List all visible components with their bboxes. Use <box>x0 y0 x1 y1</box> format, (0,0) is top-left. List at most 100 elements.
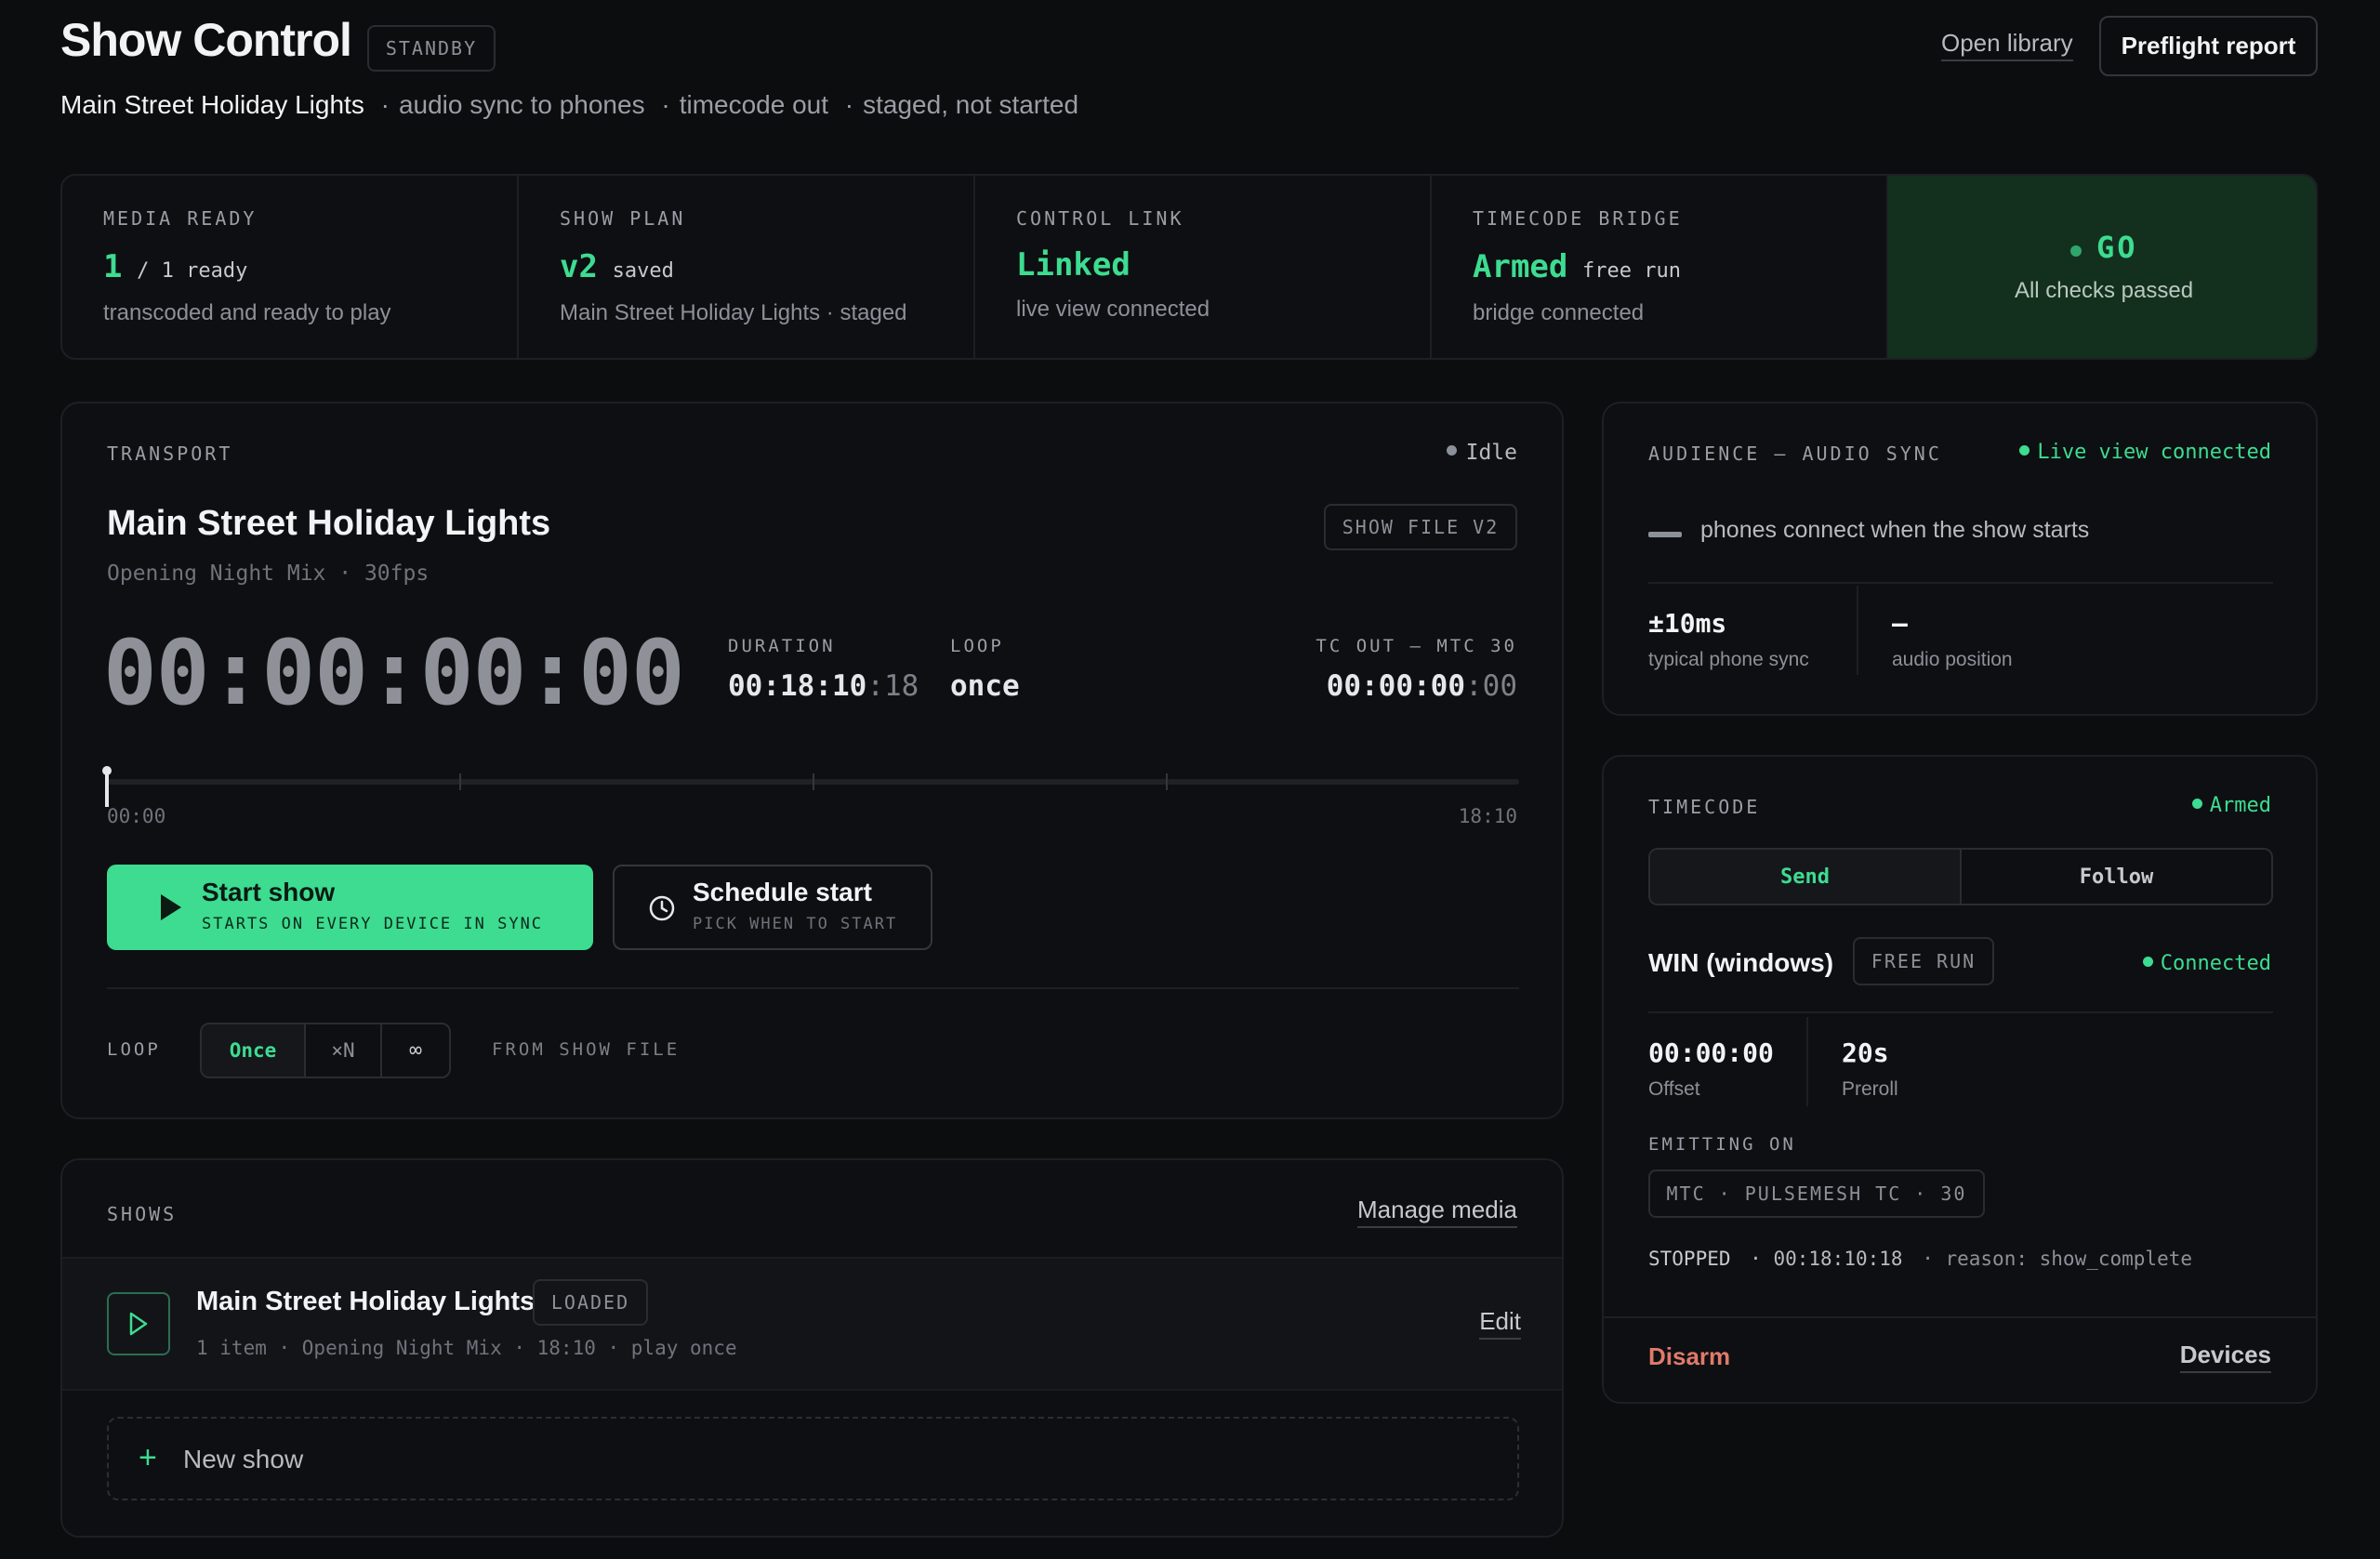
device-status-label: Connected <box>2160 952 2271 975</box>
audio-position-label: audio position <box>1892 649 2013 670</box>
status-label: SHOW PLAN <box>560 207 686 230</box>
divider <box>1648 582 2273 584</box>
live-dot-icon <box>2019 444 2030 456</box>
status-value: Armed <box>1473 248 1568 285</box>
devices-link[interactable]: Devices <box>2179 1341 2271 1373</box>
divider <box>1648 1011 2273 1013</box>
show-row[interactable]: Main Street Holiday Lights LOADED 1 item… <box>62 1257 1562 1391</box>
timecode-label: TIMECODE <box>1648 796 1761 818</box>
loop-row-label: LOOP <box>107 1039 161 1060</box>
status-sub: bridge connected <box>1473 300 1645 325</box>
status-value-suffix: saved <box>612 259 674 283</box>
loop-value: once <box>950 669 1020 703</box>
show-play-button[interactable] <box>107 1292 170 1355</box>
phone-sync-value: ±10ms <box>1648 608 1727 639</box>
divider-vertical <box>1857 586 1858 675</box>
go-sub: All checks passed <box>2014 278 2194 303</box>
playhead-dot <box>102 766 112 775</box>
timecode-status: Armed <box>2191 794 2271 817</box>
schedule-start-label: Schedule start <box>693 878 872 906</box>
log-timecode: · 00:18:10:18 <box>1750 1248 1903 1270</box>
clock-icon <box>649 895 675 921</box>
loop-option-times-n[interactable]: ×N <box>306 1024 382 1077</box>
audience-panel: AUDIENCE — AUDIO SYNC Live view connecte… <box>1602 402 2318 716</box>
transport-state: Idle <box>1446 441 1517 465</box>
idle-dot-icon <box>1446 445 1457 456</box>
timecode-panel: TIMECODE Armed Send Follow WIN (windows)… <box>1602 755 2318 1404</box>
header-show-name: Main Street Holiday Lights <box>60 90 364 119</box>
loaded-badge: LOADED <box>533 1279 648 1326</box>
open-library-link[interactable]: Open library <box>1941 29 2073 61</box>
new-show-button[interactable]: + New show <box>107 1417 1519 1500</box>
play-outline-icon <box>129 1312 148 1336</box>
audience-label: AUDIENCE — AUDIO SYNC <box>1648 443 1942 465</box>
preroll-label: Preroll <box>1842 1078 1898 1100</box>
audience-status: Live view connected <box>2019 441 2271 464</box>
scrub-tick <box>1166 773 1168 790</box>
schedule-start-button[interactable]: Schedule start PICK WHEN TO START <box>613 865 932 950</box>
start-show-button[interactable]: Start show STARTS ON EVERY DEVICE IN SYN… <box>107 865 593 950</box>
duration-value: 00:18:10:18 <box>728 669 919 703</box>
status-strip: MEDIA READY 1 / 1 ready transcoded and r… <box>60 174 2318 360</box>
show-edit-link[interactable]: Edit <box>1479 1307 1521 1340</box>
status-cell-media: MEDIA READY 1 / 1 ready transcoded and r… <box>62 176 519 358</box>
timecode-log: STOPPED · 00:18:10:18 · reason: show_com… <box>1648 1248 2192 1270</box>
preflight-report-button[interactable]: Preflight report <box>2099 16 2318 76</box>
scrub-tick <box>813 773 814 790</box>
scrub-bar[interactable] <box>102 766 1519 807</box>
offset-value: 00:00:00 <box>1648 1037 1774 1068</box>
go-dot-icon <box>2069 244 2082 257</box>
loop-option-infinite[interactable]: ∞ <box>382 1024 449 1077</box>
transport-show-title: Main Street Holiday Lights <box>107 504 551 543</box>
scrub-end-label: 18:10 <box>1458 805 1517 827</box>
armed-dot-icon <box>2191 798 2202 809</box>
status-value-suffix: free run <box>1582 259 1681 283</box>
playhead-handle[interactable] <box>105 773 109 807</box>
device-status: Connected <box>2142 952 2271 975</box>
schedule-start-sub: PICK WHEN TO START <box>693 915 898 933</box>
play-icon <box>161 894 181 920</box>
start-show-sub: STARTS ON EVERY DEVICE IN SYNC <box>202 915 544 933</box>
audio-position-value: — <box>1892 608 1908 639</box>
plus-icon: + <box>139 1440 157 1475</box>
phone-sync-label: typical phone sync <box>1648 649 1809 670</box>
shows-label: SHOWS <box>107 1203 178 1225</box>
tab-follow[interactable]: Follow <box>1962 850 2271 904</box>
device-name: WIN (windows) <box>1648 948 1834 977</box>
audience-status-label: Live view connected <box>2037 441 2271 464</box>
status-label: TIMECODE BRIDGE <box>1473 207 1683 230</box>
connected-dot-icon <box>2142 956 2153 967</box>
divider-vertical <box>1806 1017 1808 1106</box>
header-subtitle: Main Street Holiday Lights · audio sync t… <box>60 90 1079 119</box>
manage-media-link[interactable]: Manage media <box>1357 1196 1517 1228</box>
emitting-label: EMITTING ON <box>1648 1134 1796 1155</box>
loop-option-once[interactable]: Once <box>202 1024 306 1077</box>
free-run-badge: FREE RUN <box>1853 937 1994 985</box>
status-value: Linked <box>1016 246 1130 284</box>
status-sub: live view connected <box>1016 297 1210 322</box>
show-file-badge: SHOW FILE V2 <box>1324 504 1517 550</box>
show-name: Main Street Holiday Lights <box>196 1287 536 1316</box>
loop-segmented-control: Once ×N ∞ <box>200 1023 451 1078</box>
timecode-status-label: Armed <box>2209 794 2271 817</box>
status-cell-control: CONTROL LINK Linked live view connected <box>975 176 1432 358</box>
start-show-label: Start show <box>202 878 336 906</box>
status-badge: STANDBY <box>367 25 496 72</box>
log-state: STOPPED <box>1648 1248 1731 1270</box>
show-meta: 1 item · Opening Night Mix · 18:10 · pla… <box>196 1337 737 1359</box>
offset-label: Offset <box>1648 1078 1700 1100</box>
tab-send[interactable]: Send <box>1650 850 1962 904</box>
divider <box>107 987 1519 989</box>
status-cell-plan: SHOW PLAN v2 saved Main Street Holiday L… <box>519 176 975 358</box>
duration-label: DURATION <box>728 636 836 656</box>
transport-show-sub: Opening Night Mix · 30fps <box>107 562 430 586</box>
disarm-button[interactable]: Disarm <box>1648 1342 1730 1371</box>
audience-dash-icon <box>1648 532 1682 537</box>
transport-state-label: Idle <box>1465 441 1517 465</box>
scrub-tick <box>459 773 461 790</box>
divider <box>1604 1316 2316 1318</box>
transport-panel: TRANSPORT Idle Main Street Holiday Light… <box>60 402 1564 1119</box>
status-sub: transcoded and ready to play <box>103 300 391 325</box>
tc-out-value: 00:00:00:00 <box>1327 669 1517 703</box>
go-label: GO <box>2096 230 2138 265</box>
